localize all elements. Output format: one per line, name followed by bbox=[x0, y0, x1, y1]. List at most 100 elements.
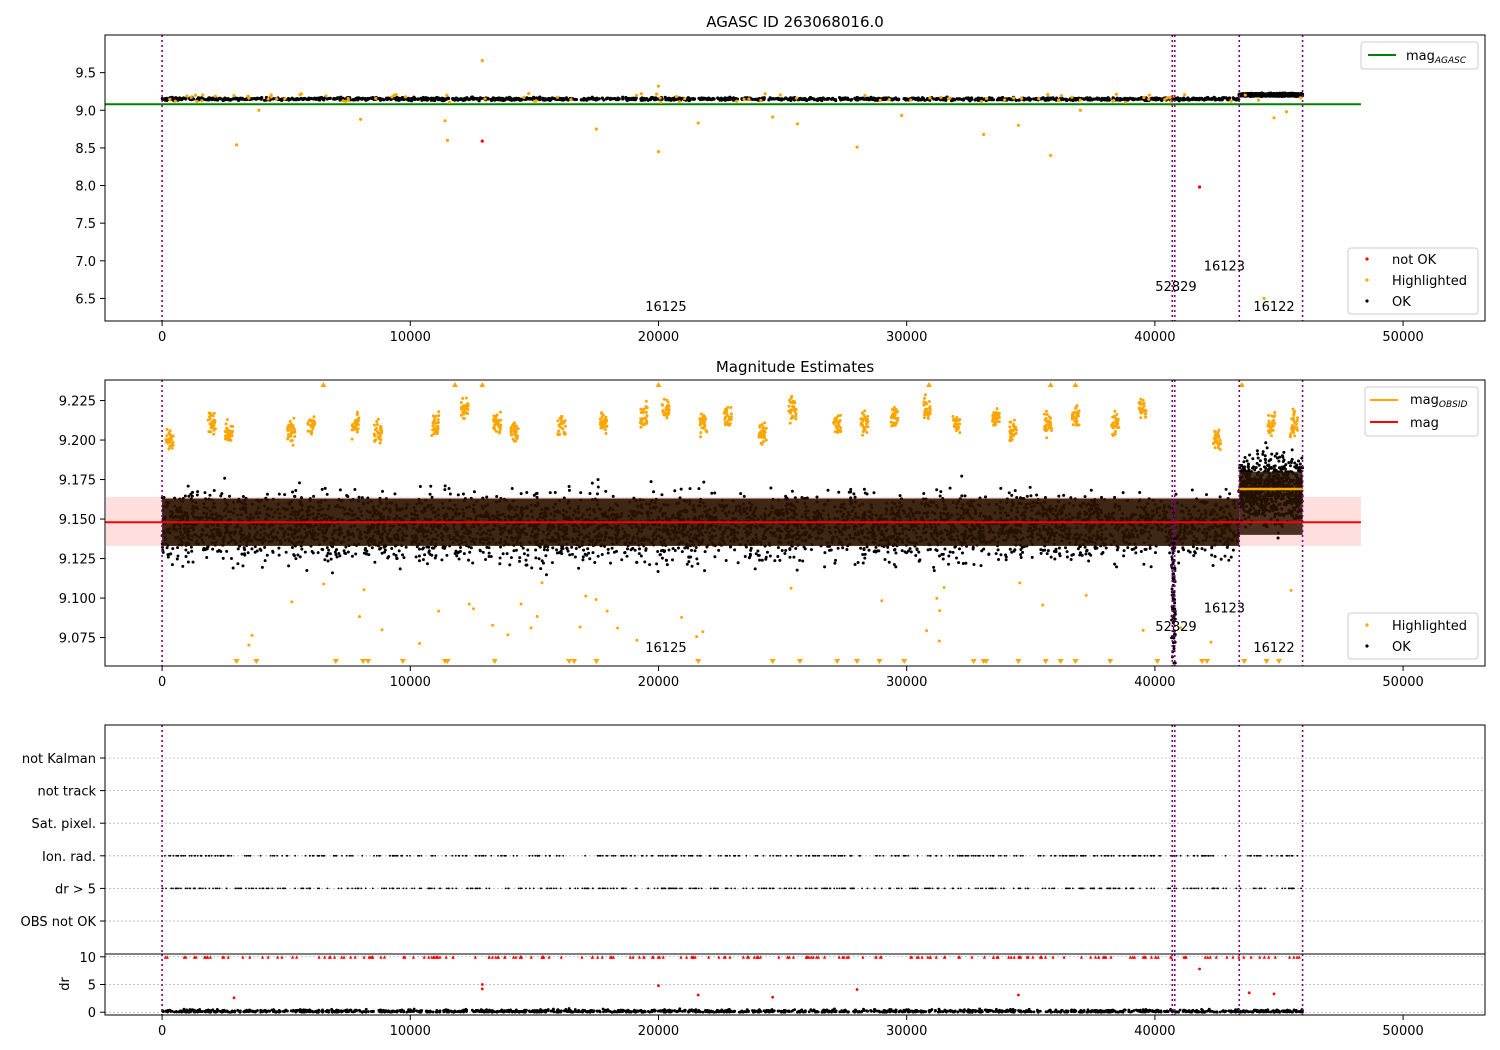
ok-point bbox=[1232, 97, 1236, 101]
ok-point bbox=[923, 98, 927, 102]
highlighted-point bbox=[359, 117, 363, 121]
highlighted-point bbox=[659, 100, 663, 105]
ok-point bbox=[588, 97, 592, 101]
ok-point bbox=[613, 96, 617, 101]
ok-point bbox=[1194, 97, 1199, 101]
x-tick-label: 10000 bbox=[390, 330, 431, 345]
ok-point bbox=[826, 97, 830, 101]
highlighted-point bbox=[735, 99, 739, 103]
ok-point bbox=[250, 547, 254, 551]
highlighted-point bbox=[232, 93, 236, 98]
ok-point bbox=[323, 558, 327, 562]
ok-point bbox=[186, 484, 190, 488]
ok-point bbox=[812, 97, 816, 101]
ok-point bbox=[700, 97, 704, 101]
ok-point bbox=[553, 491, 557, 495]
ok-point bbox=[655, 562, 659, 566]
ok-point bbox=[790, 489, 794, 493]
ok-point bbox=[667, 548, 671, 552]
ok-point bbox=[941, 557, 945, 561]
highlighted-point bbox=[1123, 100, 1128, 104]
ok-point bbox=[768, 554, 772, 558]
ok-point bbox=[1208, 97, 1213, 101]
ok-point bbox=[756, 553, 760, 557]
legend-not-ok-label: not OK bbox=[1392, 253, 1437, 268]
highlighted-point bbox=[483, 97, 487, 101]
ok-point bbox=[223, 476, 227, 480]
ok-point bbox=[544, 554, 548, 558]
highlighted-point bbox=[1142, 95, 1146, 100]
ok-point bbox=[263, 559, 267, 563]
ok-point bbox=[400, 96, 404, 100]
ok-point bbox=[259, 97, 263, 101]
highlighted-point bbox=[266, 97, 270, 101]
ok-point bbox=[1270, 92, 1274, 96]
ok-point bbox=[419, 96, 423, 100]
ok-point bbox=[271, 549, 275, 553]
ok-point bbox=[176, 546, 180, 550]
ok-point bbox=[255, 96, 259, 100]
ok-point bbox=[299, 97, 303, 101]
ok-point bbox=[756, 549, 760, 553]
ok-point bbox=[330, 571, 334, 575]
ok-point bbox=[262, 98, 267, 102]
ok-point bbox=[548, 491, 552, 495]
ok-point bbox=[444, 97, 448, 101]
ok-point bbox=[518, 98, 522, 102]
ok-point bbox=[390, 547, 394, 551]
ok-point bbox=[712, 97, 716, 101]
ok-point bbox=[1139, 97, 1143, 101]
ok-point bbox=[898, 494, 902, 498]
ok-point bbox=[570, 552, 574, 556]
legend-bottom-agasc: not OK Highlighted OK bbox=[1347, 247, 1479, 315]
highlighted-point bbox=[683, 97, 687, 101]
ok-point bbox=[894, 96, 898, 100]
ok-point bbox=[440, 558, 444, 562]
ok-point bbox=[588, 492, 592, 496]
ok-point bbox=[591, 96, 595, 100]
ok-point bbox=[995, 98, 999, 102]
ok-point bbox=[1104, 546, 1108, 550]
ok-point bbox=[1097, 96, 1101, 100]
ok-point bbox=[783, 552, 787, 556]
y-tick-label: 9.5 bbox=[75, 67, 96, 82]
ok-point bbox=[688, 487, 692, 491]
highlighted-point bbox=[532, 99, 537, 103]
ok-point bbox=[259, 548, 263, 552]
ok-point bbox=[429, 98, 433, 102]
ok-point bbox=[883, 557, 887, 561]
ok-point bbox=[286, 97, 290, 102]
ok-point bbox=[1203, 548, 1207, 552]
ok-point bbox=[236, 562, 240, 566]
ok-point bbox=[417, 554, 421, 558]
ok-point bbox=[263, 545, 267, 549]
ok-point bbox=[409, 97, 414, 102]
highlighted-point bbox=[855, 145, 859, 149]
ok-point bbox=[277, 492, 281, 496]
ok-point bbox=[350, 554, 354, 558]
ok-point bbox=[1136, 97, 1140, 101]
highlighted-point bbox=[1229, 99, 1233, 103]
ok-point bbox=[892, 562, 896, 566]
ok-point bbox=[550, 96, 554, 100]
ok-point bbox=[548, 98, 552, 102]
ok-point bbox=[303, 550, 307, 554]
ok-point bbox=[961, 98, 966, 102]
highlighted-point bbox=[200, 99, 204, 103]
x-tick-label: 30000 bbox=[886, 330, 927, 345]
y-tick-label: 8.5 bbox=[75, 142, 96, 157]
ok-point bbox=[555, 548, 559, 552]
highlighted-point bbox=[343, 99, 348, 104]
ok-point bbox=[608, 97, 612, 102]
ok-point bbox=[265, 553, 269, 557]
highlighted-point bbox=[1147, 93, 1152, 97]
highlighted-point bbox=[201, 93, 205, 97]
ok-point bbox=[1049, 555, 1053, 559]
ok-point bbox=[957, 97, 962, 101]
highlighted-point bbox=[168, 97, 172, 101]
highlighted-point bbox=[863, 93, 867, 98]
ok-point bbox=[713, 555, 717, 559]
ok-point bbox=[731, 97, 735, 102]
highlighted-point bbox=[656, 84, 661, 88]
ok-point bbox=[579, 491, 583, 495]
